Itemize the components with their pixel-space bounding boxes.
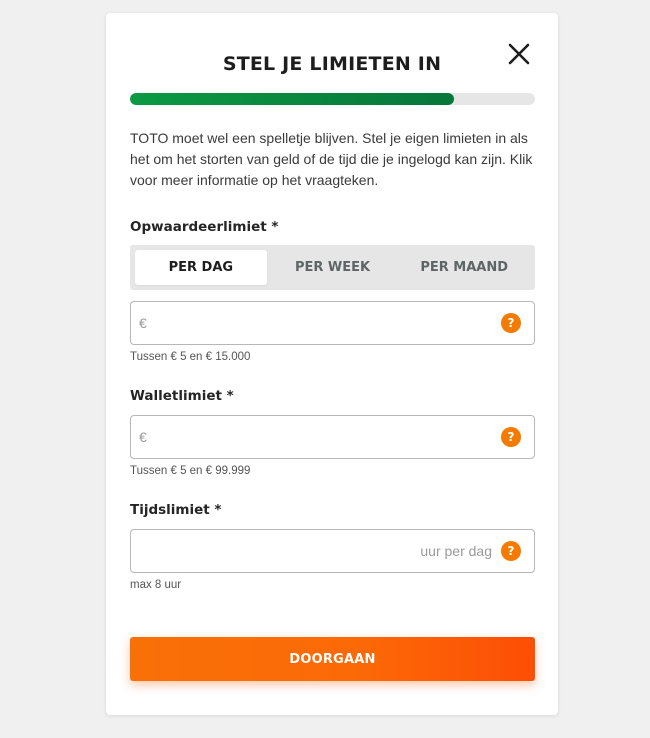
tab-per-dag[interactable]: PER DAG — [135, 250, 267, 285]
deposit-limit-field: ? — [130, 301, 535, 345]
progress-bar — [130, 93, 535, 105]
deposit-limit-input[interactable] — [139, 302, 489, 344]
tab-per-maand[interactable]: PER MAAND — [398, 250, 530, 285]
close-icon[interactable] — [506, 41, 532, 67]
question-icon[interactable]: ? — [501, 427, 521, 447]
wallet-limit-hint: Tussen € 5 en € 99.999 — [130, 465, 251, 477]
limits-modal: STEL JE LIMIETEN IN TOTO moet wel een sp… — [106, 13, 558, 715]
deposit-limit-label: Opwaardeerlimiet * — [130, 219, 279, 235]
deposit-limit-hint: Tussen € 5 en € 15.000 — [130, 351, 251, 363]
wallet-limit-label: Walletlimiet * — [130, 388, 234, 404]
time-limit-label: Tijdslimiet * — [130, 502, 222, 518]
time-limit-unit: uur per dag — [420, 543, 492, 559]
question-icon[interactable]: ? — [501, 541, 521, 561]
time-limit-field: uur per dag ? — [130, 529, 535, 573]
question-icon[interactable]: ? — [501, 313, 521, 333]
period-selector: PER DAG PER WEEK PER MAAND — [130, 245, 535, 290]
time-limit-hint: max 8 uur — [130, 579, 182, 591]
continue-button[interactable]: DOORGAAN — [130, 637, 535, 681]
intro-text: TOTO moet wel een spelletje blijven. Ste… — [130, 130, 533, 188]
modal-title: STEL JE LIMIETEN IN — [222, 53, 442, 75]
tab-per-week[interactable]: PER WEEK — [267, 250, 399, 285]
wallet-limit-field: ? — [130, 415, 535, 459]
wallet-limit-input[interactable] — [139, 416, 489, 458]
progress-bar-fill — [130, 93, 454, 105]
